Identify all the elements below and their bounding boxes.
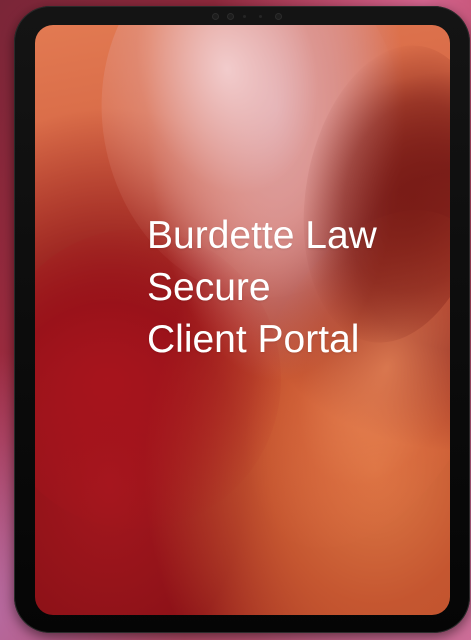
tablet-frame: Burdette Law Secure Client Portal xyxy=(14,6,470,633)
device-screen: Burdette Law Secure Client Portal xyxy=(35,25,450,615)
portal-title-line: Burdette Law xyxy=(147,214,377,257)
portal-title-line: Secure xyxy=(147,266,271,309)
camera-icon xyxy=(227,13,234,20)
camera-bar xyxy=(212,10,298,22)
sensor-icon xyxy=(259,15,262,18)
portal-title-line: Client Portal xyxy=(147,318,360,361)
sensor-icon xyxy=(243,15,246,18)
camera-icon xyxy=(212,13,219,20)
portal-title: Burdette Law Secure Client Portal xyxy=(147,210,437,366)
camera-icon xyxy=(275,13,282,20)
